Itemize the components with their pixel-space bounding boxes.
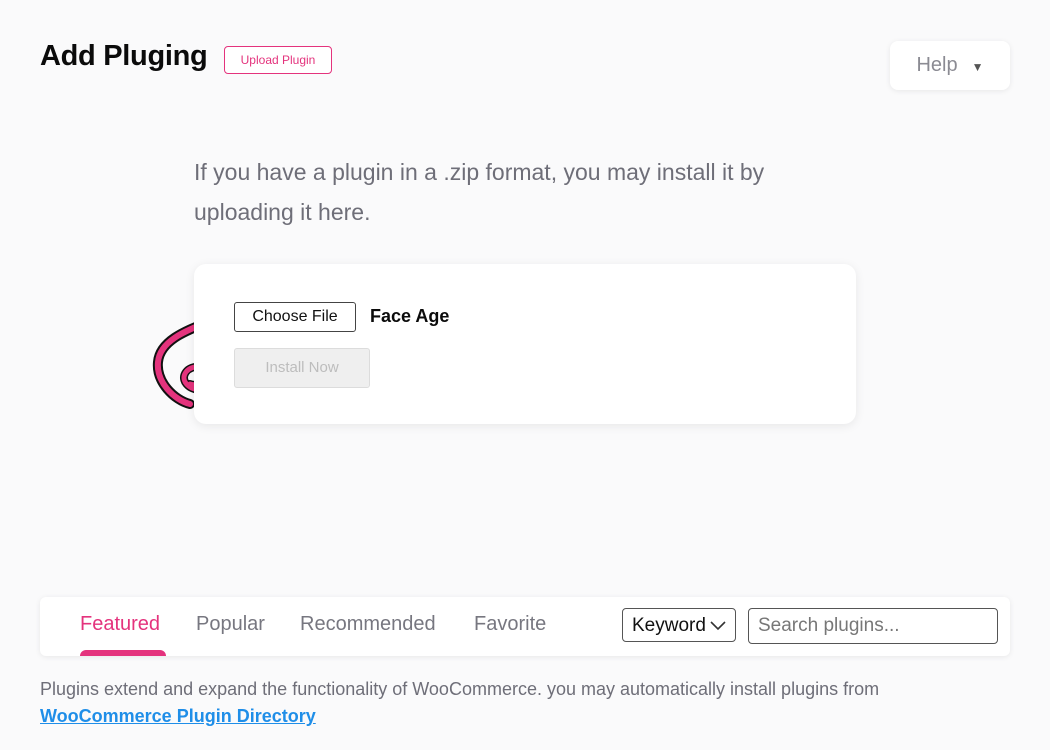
keyword-select-value: Keyword	[632, 615, 706, 636]
chevron-down-icon	[710, 621, 726, 631]
keyword-select[interactable]: Keyword	[622, 608, 736, 642]
plugin-tabs-bar: Featured Popular Recommended Favorite Ke…	[40, 597, 1010, 656]
tab-recommended[interactable]: Recommended	[300, 613, 436, 636]
footer-description: Plugins extend and expand the functional…	[40, 679, 880, 699]
upload-instructions: If you have a plugin in a .zip format, y…	[194, 159, 765, 225]
caret-down-icon: ▼	[971, 60, 984, 74]
help-label: Help	[916, 54, 958, 76]
tab-featured[interactable]: Featured	[80, 613, 160, 636]
page-title: Add Pluging	[40, 40, 208, 72]
search-plugins-input[interactable]	[748, 608, 998, 644]
choose-file-button[interactable]: Choose File	[234, 302, 356, 332]
help-button[interactable]: Help ▼	[890, 41, 1010, 90]
upload-plugin-button[interactable]: Upload Plugin	[224, 46, 332, 74]
active-tab-indicator	[80, 650, 166, 656]
plugin-directory-link[interactable]: WooCommerce Plugin Directory	[40, 706, 316, 727]
install-now-button[interactable]: Install Now	[234, 348, 370, 388]
tab-popular[interactable]: Popular	[196, 613, 265, 636]
selected-file-name: Face Age	[370, 306, 450, 326]
upload-card: Choose File Face Age Install Now	[194, 264, 856, 424]
tab-favorite[interactable]: Favorite	[474, 613, 546, 636]
